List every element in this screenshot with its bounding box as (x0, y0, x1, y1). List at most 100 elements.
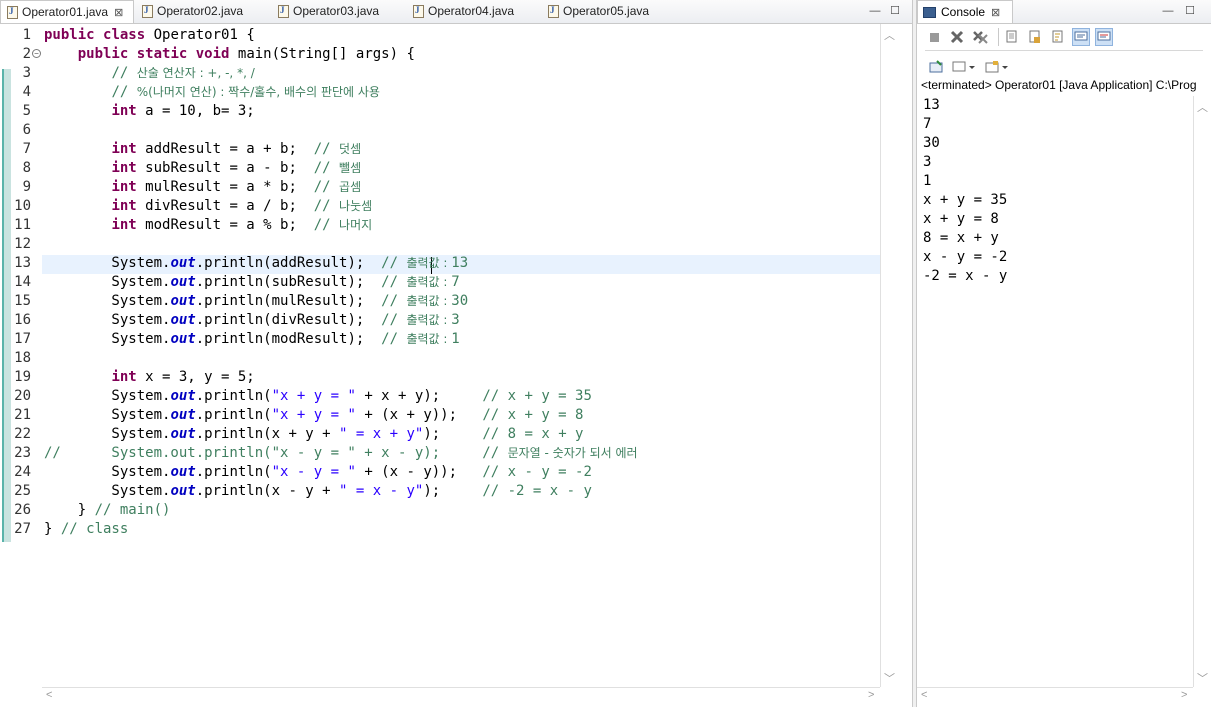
code-line[interactable]: System.out.println(x + y + " = x + y"); … (44, 425, 583, 444)
code-line[interactable]: System.out.println(subResult); // 출력값 : … (44, 273, 459, 292)
code-token: // main() (94, 502, 171, 518)
code-area[interactable] (42, 24, 880, 687)
code-line[interactable]: System.out.println(modResult); // 출력값 : … (44, 330, 459, 349)
code-line[interactable]: } // main() (44, 501, 171, 520)
editor-horizontal-scrollbar[interactable]: < > (42, 687, 880, 705)
clear-console-icon[interactable] (1003, 28, 1021, 46)
code-line[interactable]: System.out.println("x - y = " + (x - y))… (44, 463, 591, 482)
code-line[interactable]: System.out.println("x + y = " + x + y); … (44, 387, 591, 406)
code-line[interactable]: // System.out.println("x - y = " + x - y… (44, 444, 638, 463)
tab-label: Operator05.java (563, 4, 650, 18)
code-token: .println(modResult); (195, 331, 382, 347)
remove-launch-icon[interactable] (948, 28, 966, 46)
code-line[interactable]: int subResult = a - b; // 뺄셈 (44, 159, 361, 178)
scroll-down-icon[interactable]: ﹀ (1197, 670, 1208, 686)
console-vertical-scrollbar[interactable]: ︿ ﹀ (1193, 96, 1211, 687)
scroll-right-icon[interactable]: > (1181, 689, 1187, 701)
maximize-icon[interactable]: ☐ (1183, 4, 1197, 18)
code-line[interactable]: int mulResult = a * b; // 곱셈 (44, 178, 361, 197)
code-token: // (381, 331, 407, 347)
code-line[interactable]: } // class (44, 520, 128, 539)
code-line[interactable]: System.out.println("x + y = " + (x + y))… (44, 406, 583, 425)
scroll-down-icon[interactable]: ﹀ (884, 670, 895, 686)
code-line[interactable]: int divResult = a / b; // 나눗셈 (44, 197, 372, 216)
line-number: 16 (14, 312, 31, 328)
tab-operator01[interactable]: J Operator01.java ⊠ (0, 0, 134, 23)
code-token: .println( (195, 464, 272, 480)
scroll-left-icon[interactable]: < (921, 689, 927, 701)
code-token: // (381, 255, 407, 271)
code-line[interactable]: int modResult = a % b; // 나머지 (44, 216, 372, 235)
code-token: %(나머지 연산) : 짝수/홀수, 배수의 판단에 사용 (136, 85, 380, 99)
code-line[interactable]: // %(나머지 연산) : 짝수/홀수, 배수의 판단에 사용 (44, 83, 380, 102)
tab-operator05[interactable]: J Operator05.java (542, 0, 649, 22)
line-number: 17 (14, 331, 31, 347)
minimize-icon[interactable]: — (868, 4, 882, 18)
code-token: // (313, 141, 340, 157)
code-line[interactable]: public class Operator01 { (44, 26, 255, 45)
code-line[interactable]: System.out.println(divResult); // 출력값 : … (44, 311, 459, 330)
code-line[interactable]: // 산술 연산자 : +, -, *, / (44, 64, 255, 83)
tab-operator04[interactable]: J Operator04.java (407, 0, 514, 22)
remove-all-icon[interactable] (971, 28, 989, 46)
editor-vertical-scrollbar[interactable]: ︿ ﹀ (880, 24, 898, 687)
code-token: + x + y); (355, 388, 483, 404)
code-token: } (44, 502, 95, 518)
code-token: 문자열 - 숫자가 되서 에러 (507, 446, 638, 460)
minimize-icon[interactable]: — (1161, 4, 1175, 18)
line-number: 12 (14, 236, 31, 252)
code-line[interactable]: System.out.println(mulResult); // 출력값 : … (44, 292, 468, 311)
code-token: System. (44, 407, 171, 423)
code-line[interactable]: public static void main(String[] args) { (44, 45, 415, 64)
code-line[interactable]: int a = 10, b= 3; (44, 102, 254, 121)
tab-console[interactable]: Console ⊠ (917, 0, 1013, 23)
word-wrap-icon[interactable] (1049, 28, 1067, 46)
java-file-icon: J (142, 4, 153, 18)
pin-console-icon[interactable] (927, 58, 945, 76)
code-token: out (170, 293, 196, 309)
code-token: // (313, 198, 340, 214)
tab-operator03[interactable]: J Operator03.java (272, 0, 379, 22)
console-output-line: x + y = 35 (923, 192, 1008, 208)
display-console-icon[interactable] (950, 58, 978, 76)
open-console-icon[interactable] (983, 58, 1011, 76)
scroll-up-icon[interactable]: ︿ (884, 27, 895, 43)
scroll-lock-icon[interactable] (1026, 28, 1044, 46)
code-token: System. (44, 255, 171, 271)
tab-operator02[interactable]: J Operator02.java (136, 0, 243, 22)
line-number: 8 (22, 160, 31, 176)
console-output-line: 13 (923, 97, 940, 113)
code-token: .println(divResult); (195, 312, 382, 328)
code-token: .println(mulResult); (195, 293, 382, 309)
console-output[interactable]: 13 7 30 3 1 x + y = 35 x + y = 8 8 = x + y x - y… (923, 96, 1193, 286)
console-output-line: x + y = 8 (923, 211, 999, 227)
code-line[interactable]: int x = 3, y = 5; (44, 368, 254, 387)
fold-collapse-icon[interactable]: − (32, 49, 41, 58)
code-line[interactable]: System.out.println(addResult); // 출력값 : … (44, 254, 468, 273)
scroll-up-icon[interactable]: ︿ (1197, 99, 1208, 115)
console-status: <terminated> Operator01 [Java Applicatio… (921, 78, 1197, 92)
console-tab-bar: Console ⊠ — ☐ (917, 0, 1211, 24)
code-line[interactable]: System.out.println(x - y + " = x - y"); … (44, 482, 592, 501)
console-output-line: x - y = -2 (923, 249, 1008, 265)
terminate-icon[interactable] (925, 28, 943, 46)
line-number: 7 (22, 141, 31, 157)
code-line[interactable]: int addResult = a + b; // 덧셈 (44, 140, 361, 159)
console-horizontal-scrollbar[interactable]: < > (917, 687, 1193, 705)
code-token: out (170, 331, 196, 347)
close-icon[interactable]: ⊠ (991, 6, 1000, 19)
close-icon[interactable]: ⊠ (114, 6, 123, 19)
scroll-left-icon[interactable]: < (46, 689, 52, 701)
show-on-stdout-icon[interactable] (1072, 28, 1090, 46)
show-on-stderr-icon[interactable] (1095, 28, 1113, 46)
scroll-right-icon[interactable]: > (868, 689, 874, 701)
code-token: 산술 연산자 : +, -, *, / (136, 66, 255, 80)
tab-label: Operator02.java (157, 4, 244, 18)
tab-label: Operator01.java (22, 5, 109, 19)
code-token: // -2 = x - y (482, 483, 592, 499)
maximize-icon[interactable]: ☐ (888, 4, 902, 18)
code-token: // System.out.println("x - y = " + x - y… (44, 445, 508, 461)
